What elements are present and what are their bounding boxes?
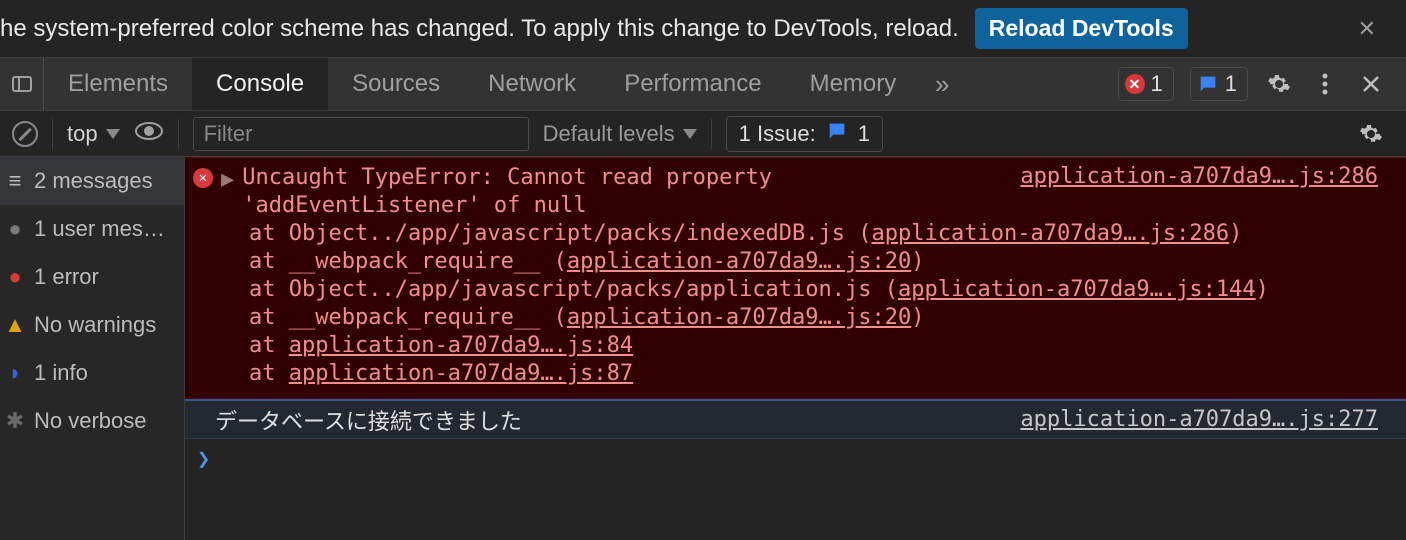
tab-elements[interactable]: Elements — [44, 58, 192, 110]
info-message: データベースに接続できました — [215, 404, 522, 436]
sidebar-label: 1 info — [34, 360, 88, 386]
log-levels-selector[interactable]: Default levels — [543, 121, 697, 147]
tab-memory[interactable]: Memory — [786, 58, 921, 110]
stack-link[interactable]: application-a707da9….js:84 — [289, 333, 633, 358]
issues-pill-count: 1 — [858, 121, 870, 147]
console-info-entry[interactable]: データベースに接続できました application-a707da9….js:2… — [185, 399, 1406, 439]
clear-console-icon[interactable] — [12, 121, 38, 147]
stack-link[interactable]: application-a707da9….js:20 — [567, 305, 911, 330]
stack-suffix: ) — [911, 305, 924, 330]
separator — [52, 119, 53, 149]
stack-icon: ≡ — [6, 168, 24, 194]
chevron-down-icon — [683, 129, 697, 139]
tab-network[interactable]: Network — [464, 58, 600, 110]
console-sidebar: ≡ 2 messages ● 1 user mes… ● 1 error ▲ N… — [0, 157, 185, 540]
filter-input[interactable] — [193, 117, 529, 151]
info-source-link[interactable]: application-a707da9….js:277 — [1020, 407, 1378, 432]
error-source-link[interactable]: application-a707da9….js:286 — [1020, 164, 1378, 189]
sidebar-user-messages[interactable]: ● 1 user mes… — [0, 205, 184, 253]
stack-prefix: at Object../app/javascript/packs/applica… — [249, 277, 898, 302]
sidebar-label: 1 user mes… — [34, 216, 165, 242]
stack-frame: at __webpack_require__ (application-a707… — [249, 248, 1406, 276]
error-icon: ✕ — [1125, 74, 1145, 94]
errors-count: 1 — [1151, 71, 1163, 97]
chevron-down-icon — [106, 129, 120, 139]
console-settings-icon[interactable] — [1356, 119, 1386, 149]
separator — [711, 119, 712, 149]
sidebar-messages[interactable]: ≡ 2 messages — [0, 157, 184, 205]
console-toolbar: top Default levels 1 Issue: 1 — [0, 111, 1406, 157]
sidebar-warnings[interactable]: ▲ No warnings — [0, 301, 184, 349]
issues-count: 1 — [1225, 71, 1237, 97]
tab-console[interactable]: Console — [192, 58, 328, 110]
stack-frame: at __webpack_require__ (application-a707… — [249, 304, 1406, 332]
gear-dim-icon: ✱ — [6, 408, 24, 434]
separator — [178, 119, 179, 149]
tab-sources[interactable]: Sources — [328, 58, 464, 110]
sidebar-info[interactable]: ◗ 1 info — [0, 349, 184, 397]
issues-badge[interactable]: 1 — [1190, 67, 1248, 101]
execution-context-selector[interactable]: top — [67, 121, 120, 147]
reload-devtools-button[interactable]: Reload DevTools — [975, 8, 1188, 49]
stack-suffix: ) — [911, 249, 924, 274]
stack-frame: at Object../app/javascript/packs/indexed… — [249, 220, 1406, 248]
settings-icon[interactable] — [1264, 69, 1294, 99]
tabstrip: Elements Console Sources Network Perform… — [0, 57, 1406, 111]
live-expression-icon[interactable] — [134, 121, 164, 147]
stack-prefix: at __webpack_require__ ( — [249, 249, 567, 274]
error-stack: at Object../app/javascript/packs/indexed… — [185, 220, 1406, 388]
stack-frame: at application-a707da9….js:87 — [249, 360, 1406, 388]
more-menu-icon[interactable] — [1310, 69, 1340, 99]
stack-frame: at application-a707da9….js:84 — [249, 332, 1406, 360]
issue-icon — [826, 120, 848, 148]
sidebar-label: No warnings — [34, 312, 156, 338]
sidebar-label: 2 messages — [34, 168, 153, 194]
sidebar-verbose[interactable]: ✱ No verbose — [0, 397, 184, 445]
expand-arrow-icon[interactable]: ▶ — [221, 166, 234, 220]
issues-pill[interactable]: 1 Issue: 1 — [726, 116, 883, 152]
infobar: he system-preferred color scheme has cha… — [0, 0, 1406, 57]
sidebar-errors[interactable]: ● 1 error — [0, 253, 184, 301]
console-body: ≡ 2 messages ● 1 user mes… ● 1 error ▲ N… — [0, 157, 1406, 540]
context-label: top — [67, 121, 98, 147]
warning-icon: ▲ — [6, 312, 24, 338]
devtools-tabs: Elements Console Sources Network Perform… — [44, 58, 920, 110]
prompt-chevron-icon: ❯ — [197, 447, 210, 472]
stack-link[interactable]: application-a707da9….js:87 — [289, 361, 633, 386]
dock-side-icon[interactable] — [0, 58, 44, 110]
stack-frame: at Object../app/javascript/packs/applica… — [249, 276, 1406, 304]
stack-link[interactable]: application-a707da9….js:20 — [567, 249, 911, 274]
console-output: ✕ ▶ Uncaught TypeError: Cannot read prop… — [185, 157, 1406, 540]
stack-prefix: at — [249, 333, 289, 358]
errors-badge[interactable]: ✕ 1 — [1118, 67, 1174, 101]
tabs-overflow-icon[interactable]: » — [920, 69, 964, 100]
console-error-entry[interactable]: ✕ ▶ Uncaught TypeError: Cannot read prop… — [185, 157, 1406, 399]
infobar-message: he system-preferred color scheme has cha… — [0, 15, 959, 43]
stack-suffix: ) — [1256, 277, 1269, 302]
stack-suffix: ) — [1229, 221, 1242, 246]
dot-icon: ● — [6, 216, 24, 242]
error-message: Uncaught TypeError: Cannot read property… — [242, 164, 802, 220]
stack-link[interactable]: application-a707da9….js:144 — [898, 277, 1256, 302]
console-prompt[interactable]: ❯ — [185, 439, 1406, 472]
sidebar-label: No verbose — [34, 408, 147, 434]
stack-prefix: at __webpack_require__ ( — [249, 305, 567, 330]
dot-blue-icon: ◗ — [6, 360, 24, 386]
issues-pill-label: 1 Issue: — [739, 121, 816, 147]
stack-prefix: at — [249, 361, 289, 386]
stack-prefix: at Object../app/javascript/packs/indexed… — [249, 221, 872, 246]
dot-red-icon: ● — [6, 264, 24, 290]
issue-icon — [1197, 73, 1219, 95]
close-devtools-icon[interactable] — [1356, 69, 1386, 99]
error-icon: ✕ — [193, 168, 213, 188]
levels-label: Default levels — [543, 121, 675, 147]
tab-performance[interactable]: Performance — [600, 58, 785, 110]
sidebar-label: 1 error — [34, 264, 99, 290]
stack-link[interactable]: application-a707da9….js:286 — [872, 221, 1230, 246]
infobar-close-icon[interactable]: ✕ — [1358, 16, 1376, 42]
